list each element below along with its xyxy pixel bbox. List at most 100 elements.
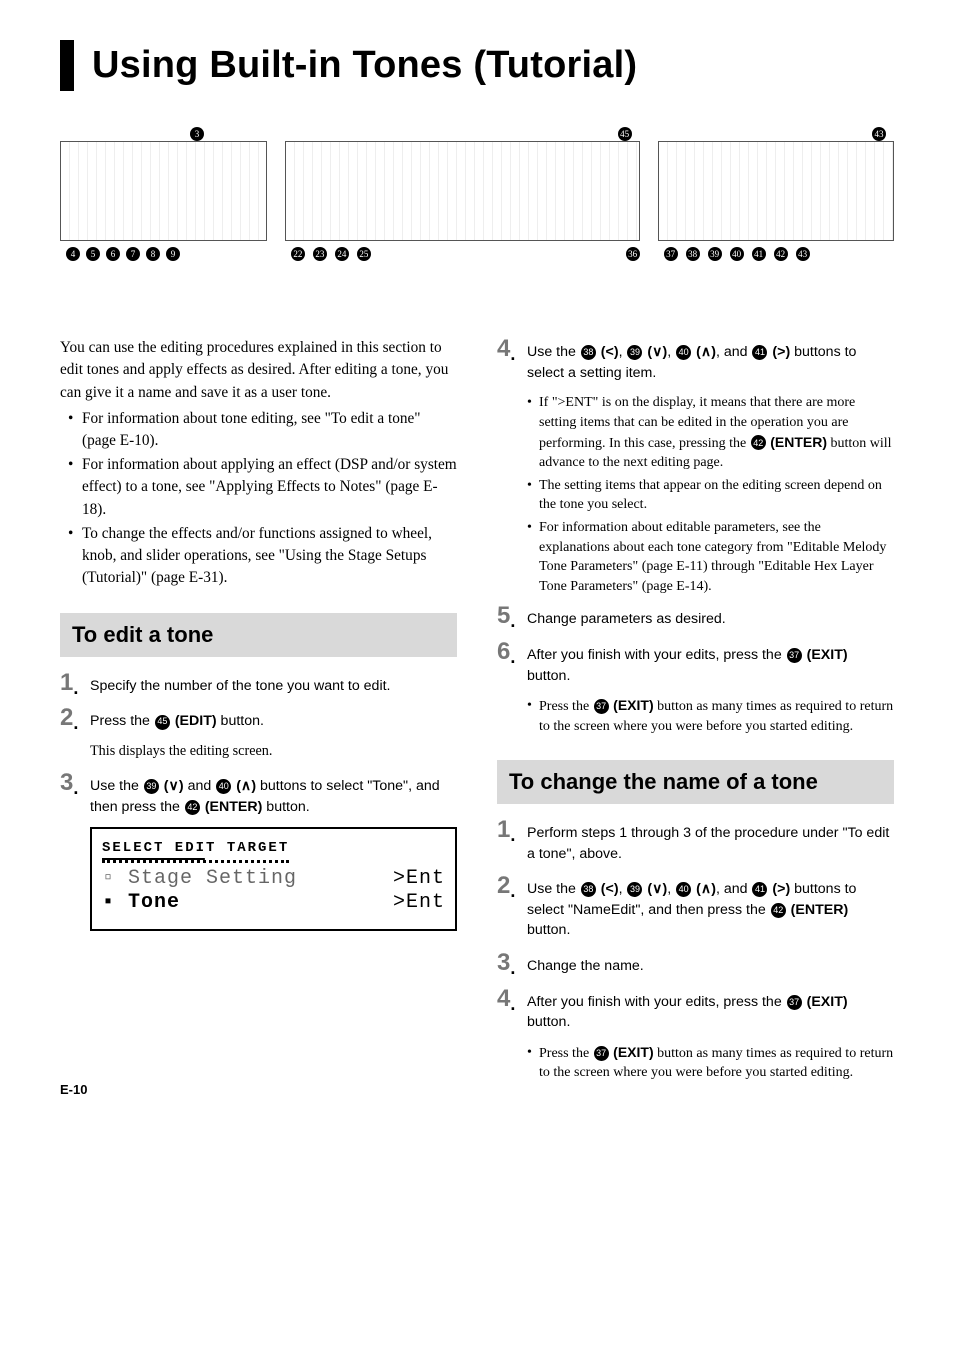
step-number: 1.	[497, 818, 519, 864]
lcd-row-text: ▫ Stage Setting	[102, 867, 297, 891]
button-ref-40: 40	[216, 779, 231, 794]
button-ref-38: 38	[581, 882, 596, 897]
intro-bullets: For information about tone editing, see …	[60, 408, 457, 589]
lcd-row-text: ▪ Tone	[102, 891, 180, 915]
callout-3: 3	[190, 127, 204, 141]
callout-43b: 43	[796, 247, 810, 261]
button-ref-42: 42	[185, 800, 200, 815]
callout-8: 8	[146, 247, 160, 261]
step-number: 2.	[60, 706, 82, 732]
button-ref-42: 42	[771, 903, 786, 918]
page-number: E-10	[60, 1081, 87, 1099]
callout-25: 25	[357, 247, 371, 261]
page-title: Using Built-in Tones (Tutorial)	[92, 40, 894, 91]
text: button.	[527, 1014, 570, 1030]
lcd-title: SELECT EDIT TARGET	[102, 839, 289, 863]
callout-9: 9	[166, 247, 180, 261]
button-label: (EDIT)	[175, 713, 217, 729]
step-number: 5.	[497, 604, 519, 630]
callout-37: 37	[664, 247, 678, 261]
text: Use the	[527, 881, 580, 897]
step-number: 4.	[497, 337, 519, 383]
lcd-row-right: >Ent	[393, 891, 445, 915]
step-body: Change parameters as desired.	[527, 604, 726, 630]
step-body: Specify the number of the tone you want …	[90, 671, 391, 697]
step-body: Use the 39 (∨) and 40 (∧) buttons to sel…	[90, 771, 457, 817]
left-arrow-icon: <	[606, 344, 614, 360]
button-ref-45: 45	[155, 715, 170, 730]
bullet: If ">ENT" is on the display, it means th…	[527, 393, 894, 472]
callout-5: 5	[86, 247, 100, 261]
section-heading-rename: To change the name of a tone	[497, 760, 894, 804]
lcd-row-right: >Ent	[393, 867, 445, 891]
button-ref-37: 37	[787, 995, 802, 1010]
callout-39: 39	[708, 247, 722, 261]
step-body: Change the name.	[527, 951, 644, 977]
panel-diagram: 3 4 5 6 7 8 9 45 22 23 24 25 36 43 37 38…	[60, 141, 894, 301]
button-ref-39: 39	[144, 779, 159, 794]
up-arrow-icon: ∧	[241, 778, 251, 794]
step6-bullets: Press the 37 (EXIT) button as many times…	[527, 696, 894, 736]
text: After you finish with your edits, press …	[527, 994, 786, 1010]
intro-text: You can use the editing procedures expla…	[60, 337, 457, 404]
bullet: Press the 37 (EXIT) button as many times…	[527, 1043, 894, 1083]
step-body: Perform steps 1 through 3 of the procedu…	[527, 818, 894, 864]
section-heading-edit: To edit a tone	[60, 613, 457, 657]
text: button.	[527, 922, 570, 938]
intro-bullet: To change the effects and/or functions a…	[72, 523, 457, 590]
step-body: After you finish with your edits, press …	[527, 987, 894, 1033]
step-body: After you finish with your edits, press …	[527, 640, 894, 686]
button-ref-37: 37	[594, 1046, 609, 1061]
down-arrow-icon: ∨	[652, 344, 662, 360]
step-number: 1.	[60, 671, 82, 697]
callout-7: 7	[126, 247, 140, 261]
button-label: (EXIT)	[807, 647, 848, 663]
text: ,	[667, 344, 675, 360]
step-body: Use the 38 (<), 39 (∨), 40 (∧), and 41 (…	[527, 874, 894, 941]
paren: )	[251, 778, 256, 794]
callout-23: 23	[313, 247, 327, 261]
intro-bullet: For information about applying an effect…	[72, 454, 457, 521]
text: ,	[619, 344, 627, 360]
button-ref-40: 40	[676, 882, 691, 897]
button-ref-38: 38	[581, 345, 596, 360]
button-label: (EXIT)	[807, 994, 848, 1010]
callout-4: 4	[66, 247, 80, 261]
button-ref-37: 37	[594, 699, 609, 714]
button-ref-42: 42	[751, 435, 766, 450]
text: ,	[619, 881, 627, 897]
text: button.	[262, 799, 309, 815]
step-number: 3.	[60, 771, 82, 817]
step-number: 2.	[497, 874, 519, 941]
paren: )	[179, 778, 184, 794]
button-ref-39: 39	[627, 882, 642, 897]
callout-36: 36	[626, 247, 640, 261]
up-arrow-icon: ∧	[701, 881, 711, 897]
text: , and	[716, 344, 752, 360]
callout-41: 41	[752, 247, 766, 261]
callout-42: 42	[774, 247, 788, 261]
step4-bullets: If ">ENT" is on the display, it means th…	[527, 393, 894, 596]
button-label: (ENTER)	[791, 902, 849, 918]
step-number: 4.	[497, 987, 519, 1033]
text: ,	[667, 881, 675, 897]
text: Use the	[90, 778, 143, 794]
down-arrow-icon: ∨	[652, 881, 662, 897]
button-ref-41: 41	[752, 882, 767, 897]
callout-24: 24	[335, 247, 349, 261]
button-ref-39: 39	[627, 345, 642, 360]
lcd-screenshot: SELECT EDIT TARGET ▫ Stage Setting >Ent ▪…	[90, 827, 457, 931]
callout-6: 6	[106, 247, 120, 261]
bullet: Press the 37 (EXIT) button as many times…	[527, 696, 894, 736]
button-ref-40: 40	[676, 345, 691, 360]
up-arrow-icon: ∧	[701, 344, 711, 360]
text: Use the	[527, 344, 580, 360]
step-subtext: This displays the editing screen.	[90, 742, 457, 761]
callout-22: 22	[291, 247, 305, 261]
text: and	[188, 778, 216, 794]
step-body: Press the 45 (EDIT) button.	[90, 706, 264, 732]
text: Press the	[90, 713, 154, 729]
text: button.	[217, 713, 264, 729]
callout-43: 43	[872, 127, 886, 141]
bullet: The setting items that appear on the edi…	[527, 476, 894, 515]
